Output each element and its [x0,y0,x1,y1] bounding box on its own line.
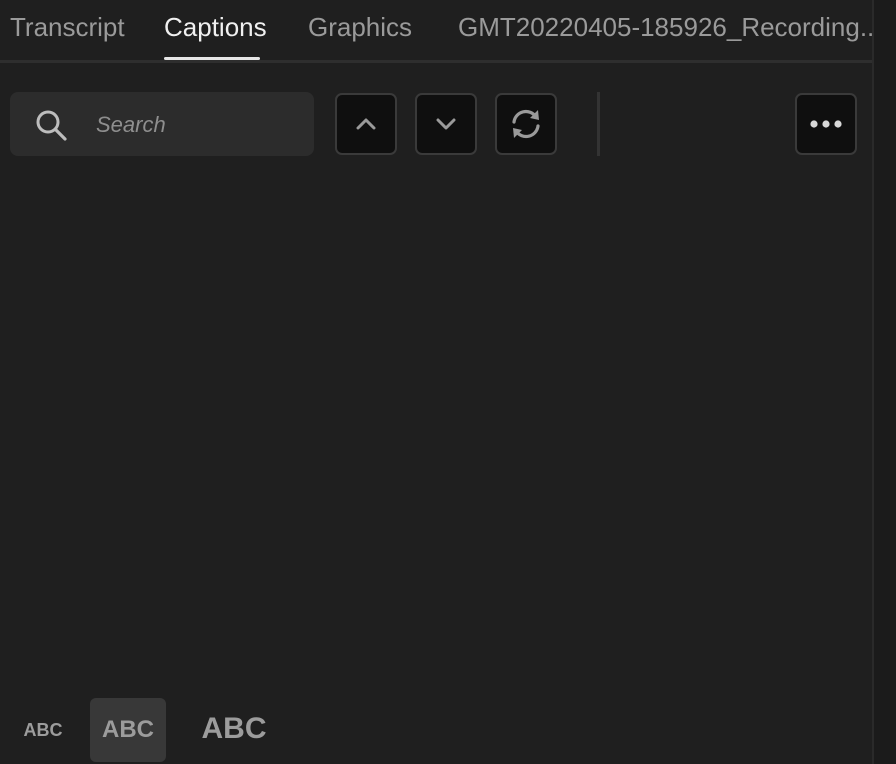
more-options-button[interactable] [795,93,857,155]
text-size-small-button[interactable]: ABC [18,712,68,748]
search-icon [36,110,67,141]
text-size-large-button[interactable]: ABC [196,704,272,754]
captions-panel: Transcript Captions Graphics GMT20220405… [0,0,896,764]
more-options-icon [810,120,842,128]
text-size-medium-button[interactable]: ABC [90,698,166,762]
tab-bar: Transcript Captions Graphics GMT20220405… [0,0,882,63]
tab-transcript[interactable]: Transcript [10,12,125,43]
refresh-button[interactable] [495,93,557,155]
scrollbar-track[interactable] [872,0,896,764]
chevron-down-icon [436,118,456,130]
next-result-button[interactable] [415,93,477,155]
search-input[interactable] [94,104,298,146]
previous-result-button[interactable] [335,93,397,155]
refresh-icon [512,109,540,139]
toolbar-divider [597,92,600,156]
chevron-up-icon [356,118,376,130]
tab-captions[interactable]: Captions [164,12,267,43]
tab-recording[interactable]: GMT20220405-185926_Recording... [458,12,882,43]
tab-graphics[interactable]: Graphics [308,12,412,43]
active-tab-indicator [164,57,260,60]
search-box[interactable] [10,92,314,156]
